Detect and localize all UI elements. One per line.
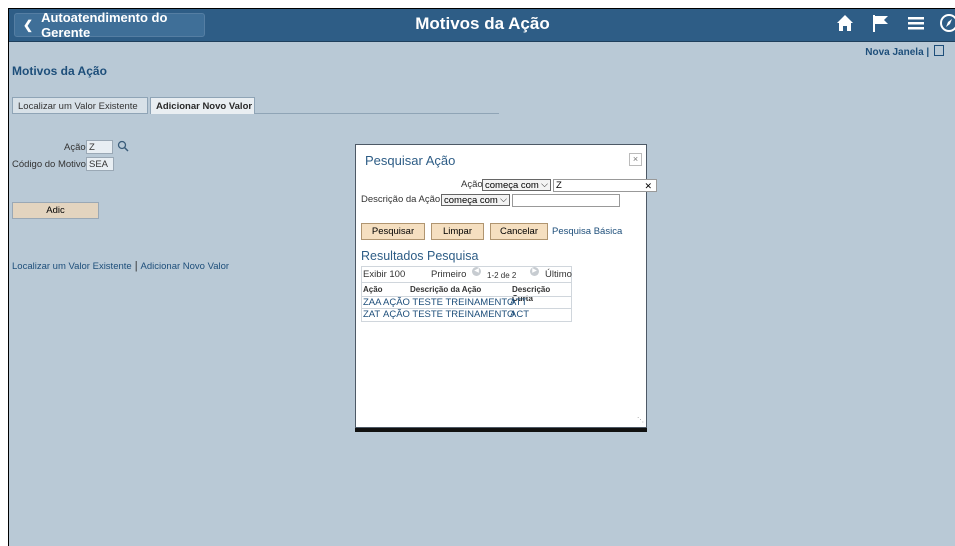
acao-label: Ação [64, 142, 86, 153]
bottom-links: Localizar um Valor Existente | Adicionar N… [12, 260, 229, 272]
motivo-label: Código do Motivo [12, 159, 86, 170]
menu-icon[interactable] [907, 13, 925, 39]
lookup-icon[interactable] [117, 139, 129, 157]
last-label: Último [545, 269, 572, 280]
chevron-down-icon: ⌵ [500, 194, 507, 204]
grid-nav-bar: Exibir 100 Primeiro ◀ 1-2 de 2 ▶ Último [361, 266, 572, 283]
home-icon[interactable] [835, 13, 855, 39]
modal-desc-input[interactable] [512, 194, 620, 207]
table-row[interactable]: ZAT AÇÃO TESTE TREINAMENTO ACT [361, 309, 572, 322]
desc-operator-value: começa com [444, 195, 498, 206]
find-existing-link[interactable]: Localizar um Valor Existente [12, 261, 132, 272]
basic-search-link[interactable]: Pesquisa Básica [552, 226, 622, 237]
tab-add-new-label: Adicionar Novo Valor [156, 101, 253, 112]
results-grid: Exibir 100 Primeiro ◀ 1-2 de 2 ▶ Último … [361, 266, 572, 322]
add-button[interactable]: Adic [12, 202, 99, 219]
col-descricao[interactable]: Descrição da Ação [410, 285, 481, 294]
col-acao[interactable]: Ação [363, 285, 383, 294]
row-short[interactable]: ACT [510, 309, 529, 320]
desc-operator-select[interactable]: começa com ⌵ [441, 194, 510, 206]
row-desc[interactable]: AÇÃO TESTE TREINAMENTO [383, 297, 514, 308]
navbar-compass-icon[interactable] [939, 13, 955, 39]
tab-divider [255, 113, 499, 114]
clear-button[interactable]: Limpar [431, 223, 484, 240]
flag-icon[interactable] [871, 13, 891, 39]
resize-grip-icon[interactable]: ⋱ [637, 416, 644, 424]
range-label: 1-2 de 2 [487, 271, 517, 280]
acao-operator-value: começa com [485, 180, 539, 191]
search-button[interactable]: Pesquisar [361, 223, 425, 240]
acao-input[interactable]: Z [86, 140, 113, 154]
results-title: Resultados Pesquisa [361, 249, 479, 263]
top-banner: ❮ Autoatendimento do Gerente Motivos da … [9, 9, 955, 42]
row-desc[interactable]: AÇÃO TESTE TREINAMENTO [383, 309, 514, 320]
app-frame: ❮ Autoatendimento do Gerente Motivos da … [8, 8, 955, 546]
window-icon [934, 45, 944, 56]
cancel-button[interactable]: Cancelar [490, 223, 548, 240]
close-icon[interactable]: × [629, 153, 642, 166]
table-row[interactable]: ZAA AÇÃO TESTE TREINAMENTO ATT [361, 296, 572, 309]
search-dialog: Pesquisar Ação × Ação começa com ⌵ Z ✕ D… [355, 144, 657, 428]
page-title: Motivos da Ação [12, 64, 107, 78]
chevron-down-icon: ⌵ [541, 179, 548, 189]
first-label: Primeiro [431, 269, 467, 280]
show-100-link[interactable]: Exibir 100 [363, 267, 405, 283]
modal-acao-label: Ação [461, 179, 483, 190]
new-window-label: Nova Janela [865, 47, 924, 58]
banner-title: Motivos da Ação [415, 14, 550, 33]
link-separator: | [134, 260, 138, 272]
row-code[interactable]: ZAT [363, 309, 380, 320]
modal-acao-value: Z [556, 180, 562, 191]
acao-operator-select[interactable]: começa com ⌵ [482, 179, 551, 191]
row-code[interactable]: ZAA [363, 297, 381, 308]
tab-find-existing[interactable]: Localizar um Valor Existente [12, 97, 148, 114]
modal-acao-input[interactable]: Z ✕ [553, 179, 657, 192]
new-window-link[interactable]: Nova Janela | [865, 45, 944, 58]
row-short[interactable]: ATT [510, 297, 527, 308]
dialog-title: Pesquisar Ação [365, 153, 456, 168]
modal-desc-label: Descrição da Ação [361, 194, 441, 205]
tab-find-existing-label: Localizar um Valor Existente [18, 101, 138, 112]
tab-add-new[interactable]: Adicionar Novo Valor [150, 97, 255, 114]
add-new-link[interactable]: Adicionar Novo Valor [141, 261, 230, 272]
clear-icon[interactable]: ✕ [644, 180, 652, 192]
motivo-input[interactable]: SEA [86, 157, 114, 171]
grid-header: Ação Descrição da Ação Descrição Curta [361, 283, 572, 303]
